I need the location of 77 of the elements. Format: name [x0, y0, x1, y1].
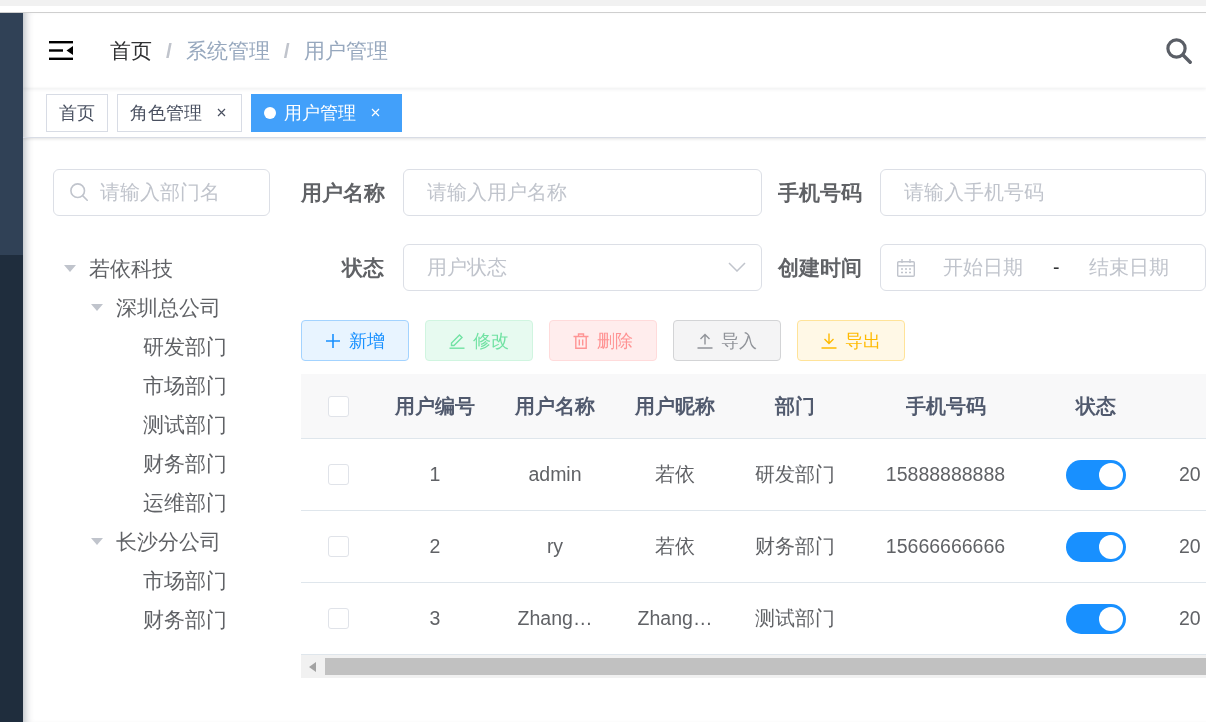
- tree-node[interactable]: 若依科技: [53, 254, 173, 283]
- checkbox[interactable]: [327, 536, 349, 557]
- pencil-icon: [449, 332, 465, 349]
- field-label: 用户名称: [301, 179, 386, 206]
- cut-off-text: 20: [1179, 535, 1201, 558]
- phone-number: 15666666666: [885, 535, 1006, 558]
- cut-off-text: 20: [1179, 463, 1201, 486]
- upload-icon: [697, 332, 713, 349]
- caret-down-icon[interactable]: [91, 538, 103, 545]
- text-field[interactable]: 请输入用户名称: [403, 169, 762, 216]
- nickname: 若依: [655, 462, 695, 487]
- calendar-icon: [897, 258, 915, 277]
- caret-down-icon[interactable]: [91, 304, 103, 311]
- tree-node[interactable]: 市场部门: [143, 566, 227, 595]
- start-date-input[interactable]: 开始日期: [943, 256, 1053, 279]
- tree-node[interactable]: 运维部门: [143, 488, 227, 517]
- checkbox[interactable]: [327, 464, 349, 485]
- caret-down-icon[interactable]: [64, 265, 76, 272]
- tree-node[interactable]: 财务部门: [143, 449, 227, 478]
- breadcrumb-separator: /: [166, 38, 172, 63]
- close-icon[interactable]: [217, 108, 226, 117]
- search-icon[interactable]: [1166, 37, 1192, 64]
- tree-node[interactable]: 研发部门: [143, 332, 227, 361]
- status-select[interactable]: 用户状态: [403, 244, 762, 291]
- tree-node[interactable]: 深圳总公司: [80, 293, 221, 322]
- user-id: 1: [429, 463, 441, 486]
- menu-icon[interactable]: [49, 41, 73, 60]
- user-name: admin: [528, 463, 582, 486]
- field-label: 创建时间: [778, 254, 863, 281]
- status-switch[interactable]: [1066, 531, 1126, 562]
- tree-node[interactable]: 财务部门: [143, 605, 227, 634]
- checkbox[interactable]: [327, 608, 349, 629]
- user-name: Zhang…: [517, 607, 593, 630]
- breadcrumb-item: 用户管理: [303, 37, 388, 64]
- nickname: Zhang…: [637, 607, 713, 630]
- status-switch[interactable]: [1066, 603, 1126, 634]
- user-name: ry: [546, 535, 564, 558]
- status-switch[interactable]: [1066, 459, 1126, 490]
- field-label: 手机号码: [778, 179, 863, 206]
- search-icon: [70, 183, 88, 201]
- breadcrumb-item: 系统管理: [185, 37, 270, 64]
- range-separator: -: [1053, 256, 1060, 279]
- column-header: 部门: [775, 393, 815, 419]
- chevron-down-icon: [728, 262, 746, 272]
- date-range-field[interactable]: 开始日期 - 结束日期: [880, 244, 1206, 291]
- dept-search-field[interactable]: 请输入部门名: [53, 169, 270, 216]
- column-header: 用户编号: [395, 393, 475, 419]
- dot-icon: [264, 106, 276, 119]
- user-id: 3: [429, 607, 441, 630]
- department-name: 研发部门: [755, 462, 835, 487]
- tree-node[interactable]: 测试部门: [143, 410, 227, 439]
- user-id: 2: [429, 535, 441, 558]
- breadcrumb-separator: /: [283, 38, 290, 63]
- column-header: 用户昵称: [635, 393, 715, 419]
- nickname: 若依: [655, 534, 695, 559]
- tree-node[interactable]: 市场部门: [143, 371, 227, 400]
- page-tab[interactable]: 角色管理: [117, 93, 242, 132]
- page-tab[interactable]: 首页: [46, 93, 108, 132]
- horizontal-scrollbar[interactable]: [301, 655, 1206, 678]
- download-icon: [821, 332, 837, 349]
- scroll-left-arrow-icon[interactable]: [309, 661, 316, 672]
- department-name: 测试部门: [755, 606, 835, 631]
- column-header: 用户名称: [515, 393, 595, 419]
- trash-icon: [573, 332, 589, 349]
- end-date-input[interactable]: 结束日期: [1088, 256, 1189, 279]
- column-header: 手机号码: [905, 393, 986, 419]
- breadcrumb-link[interactable]: 首页: [110, 36, 152, 65]
- department-name: 财务部门: [755, 534, 835, 559]
- plus-icon: [325, 332, 341, 349]
- text-field[interactable]: 请输入手机号码: [880, 169, 1206, 216]
- checkbox[interactable]: [327, 395, 349, 417]
- phone-number: 15888888888: [885, 463, 1006, 486]
- scrollbar-thumb[interactable]: [325, 658, 1206, 675]
- column-header: 状态: [1076, 393, 1116, 419]
- cut-off-text: 20: [1179, 607, 1201, 630]
- tree-node[interactable]: 长沙分公司: [80, 527, 221, 556]
- field-label: 状态: [340, 254, 385, 281]
